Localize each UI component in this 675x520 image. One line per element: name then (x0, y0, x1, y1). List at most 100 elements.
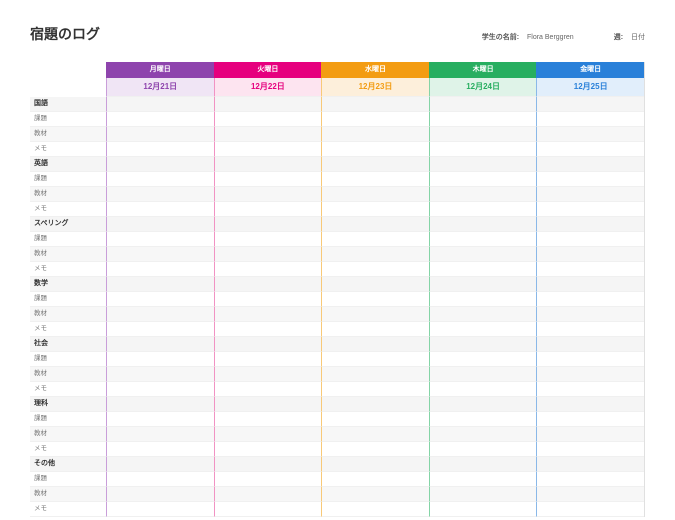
data-cell[interactable] (536, 367, 644, 382)
data-cell[interactable] (106, 427, 214, 442)
data-cell[interactable] (429, 487, 537, 502)
data-cell[interactable] (429, 127, 537, 142)
data-cell[interactable] (321, 142, 429, 157)
data-cell[interactable] (321, 442, 429, 457)
data-cell[interactable] (429, 382, 537, 397)
data-cell[interactable] (536, 352, 644, 367)
data-cell[interactable] (106, 352, 214, 367)
data-cell[interactable] (536, 472, 644, 487)
data-cell[interactable] (536, 427, 644, 442)
data-cell[interactable] (321, 367, 429, 382)
data-cell[interactable] (214, 232, 322, 247)
data-cell[interactable] (321, 412, 429, 427)
data-cell[interactable] (214, 412, 322, 427)
data-cell[interactable] (429, 292, 537, 307)
data-cell[interactable] (536, 172, 644, 187)
data-cell[interactable] (321, 292, 429, 307)
data-cell[interactable] (536, 142, 644, 157)
data-cell[interactable] (214, 427, 322, 442)
data-cell[interactable] (429, 232, 537, 247)
data-cell[interactable] (536, 412, 644, 427)
data-cell[interactable] (214, 472, 322, 487)
data-cell[interactable] (106, 502, 214, 517)
data-cell[interactable] (214, 172, 322, 187)
data-cell[interactable] (214, 202, 322, 217)
data-cell[interactable] (106, 382, 214, 397)
data-cell[interactable] (429, 172, 537, 187)
data-cell[interactable] (536, 262, 644, 277)
data-cell[interactable] (321, 247, 429, 262)
data-cell[interactable] (321, 322, 429, 337)
data-cell[interactable] (106, 472, 214, 487)
data-cell[interactable] (321, 487, 429, 502)
data-cell[interactable] (321, 382, 429, 397)
data-cell[interactable] (536, 187, 644, 202)
data-cell[interactable] (429, 472, 537, 487)
data-cell[interactable] (106, 142, 214, 157)
data-cell[interactable] (214, 247, 322, 262)
data-cell[interactable] (536, 502, 644, 517)
data-cell[interactable] (214, 142, 322, 157)
data-cell[interactable] (106, 487, 214, 502)
data-cell[interactable] (214, 487, 322, 502)
data-cell[interactable] (106, 232, 214, 247)
data-cell[interactable] (106, 202, 214, 217)
data-cell[interactable] (536, 232, 644, 247)
data-cell[interactable] (321, 352, 429, 367)
data-cell[interactable] (106, 442, 214, 457)
data-cell[interactable] (429, 187, 537, 202)
data-cell[interactable] (321, 202, 429, 217)
data-cell[interactable] (321, 187, 429, 202)
data-cell[interactable] (214, 367, 322, 382)
data-cell[interactable] (321, 127, 429, 142)
data-cell[interactable] (536, 487, 644, 502)
data-cell[interactable] (429, 352, 537, 367)
data-cell[interactable] (321, 232, 429, 247)
data-cell[interactable] (536, 307, 644, 322)
data-cell[interactable] (429, 412, 537, 427)
data-cell[interactable] (536, 382, 644, 397)
data-cell[interactable] (106, 307, 214, 322)
data-cell[interactable] (321, 502, 429, 517)
data-cell[interactable] (321, 307, 429, 322)
data-cell[interactable] (536, 247, 644, 262)
data-cell[interactable] (214, 187, 322, 202)
data-cell[interactable] (321, 427, 429, 442)
data-cell[interactable] (429, 142, 537, 157)
data-cell[interactable] (106, 187, 214, 202)
data-cell[interactable] (106, 262, 214, 277)
data-cell[interactable] (536, 202, 644, 217)
data-cell[interactable] (321, 112, 429, 127)
data-cell[interactable] (214, 322, 322, 337)
data-cell[interactable] (106, 112, 214, 127)
data-cell[interactable] (106, 322, 214, 337)
data-cell[interactable] (536, 112, 644, 127)
data-cell[interactable] (536, 292, 644, 307)
data-cell[interactable] (106, 247, 214, 262)
data-cell[interactable] (214, 307, 322, 322)
data-cell[interactable] (429, 112, 537, 127)
data-cell[interactable] (321, 262, 429, 277)
data-cell[interactable] (536, 442, 644, 457)
data-cell[interactable] (106, 127, 214, 142)
data-cell[interactable] (106, 172, 214, 187)
data-cell[interactable] (214, 442, 322, 457)
data-cell[interactable] (429, 262, 537, 277)
data-cell[interactable] (429, 442, 537, 457)
data-cell[interactable] (536, 322, 644, 337)
data-cell[interactable] (214, 382, 322, 397)
data-cell[interactable] (429, 247, 537, 262)
data-cell[interactable] (214, 262, 322, 277)
data-cell[interactable] (429, 202, 537, 217)
data-cell[interactable] (214, 502, 322, 517)
data-cell[interactable] (214, 352, 322, 367)
data-cell[interactable] (321, 472, 429, 487)
data-cell[interactable] (214, 127, 322, 142)
data-cell[interactable] (429, 322, 537, 337)
data-cell[interactable] (429, 427, 537, 442)
data-cell[interactable] (429, 367, 537, 382)
data-cell[interactable] (429, 502, 537, 517)
data-cell[interactable] (106, 292, 214, 307)
data-cell[interactable] (106, 412, 214, 427)
data-cell[interactable] (214, 292, 322, 307)
